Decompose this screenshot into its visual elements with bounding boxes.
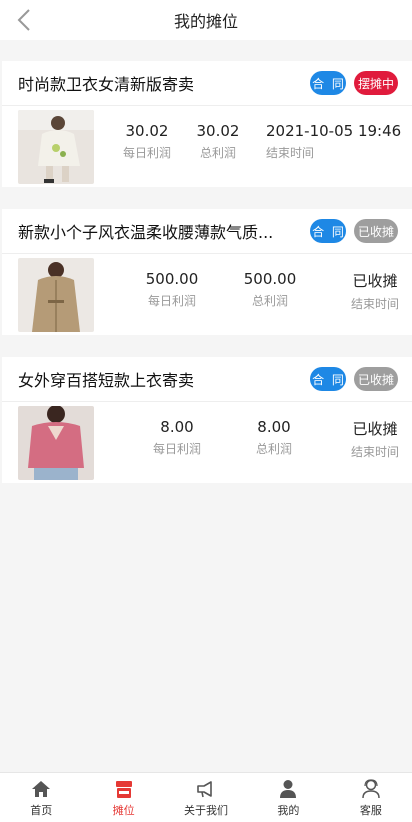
status-badge: 已收摊 (354, 367, 398, 391)
daily-profit-stat: 30.02 每日利润 (112, 122, 182, 161)
daily-profit-value: 30.02 (125, 122, 169, 140)
card-body: 30.02 每日利润 30.02 总利润 2021-10-05 19:46 结束… (2, 106, 412, 186)
end-time-label: 结束时间 (350, 297, 399, 311)
total-profit-label: 总利润 (255, 442, 292, 456)
end-time-value: 已收摊 (352, 272, 398, 290)
daily-profit-label: 每日利润 (122, 146, 171, 160)
user-icon (277, 778, 299, 800)
daily-profit-value: 8.00 (160, 418, 194, 436)
nav-label-stall: 摊位 (112, 803, 135, 817)
total-profit-label: 总利润 (199, 146, 236, 160)
total-profit-value: 8.00 (257, 418, 291, 436)
total-profit-value: 30.02 (196, 122, 240, 140)
end-time-stat: 已收摊 结束时间 (346, 270, 404, 312)
card-header: 新款小个子风衣温柔收腰薄款气质... 合 同 已收摊 (2, 209, 412, 254)
nav-item-stall[interactable]: 摊位 (82, 773, 164, 822)
product-image[interactable] (18, 110, 94, 184)
nav-item-mine[interactable]: 我的 (247, 773, 329, 822)
stall-card[interactable]: 新款小个子风衣温柔收腰薄款气质... 合 同 已收摊 500.00 每日利润 5… (2, 209, 412, 335)
end-time-stat: 2021-10-05 19:46 结束时间 (266, 122, 401, 161)
total-profit-stat: 8.00 总利润 (244, 418, 304, 457)
contract-button[interactable]: 合 同 (310, 219, 346, 243)
nav-label-mine: 我的 (277, 803, 300, 817)
product-image[interactable] (18, 258, 94, 332)
end-time-label: 结束时间 (350, 445, 399, 459)
home-icon (30, 778, 52, 800)
total-profit-stat: 30.02 总利润 (188, 122, 248, 161)
daily-profit-stat: 500.00 每日利润 (134, 270, 210, 309)
nav-item-about[interactable]: 关于我们 (165, 773, 247, 822)
card-header: 女外穿百搭短款上衣寄卖 合 同 已收摊 (2, 357, 412, 402)
nav-item-service[interactable]: 客服 (330, 773, 412, 822)
end-time-label: 结束时间 (266, 146, 315, 160)
daily-profit-label: 每日利润 (147, 294, 196, 308)
store-icon (113, 778, 135, 800)
chevron-left-icon (17, 9, 30, 31)
bottom-nav: 首页 摊位 关于我们 我的 客服 (0, 772, 412, 822)
end-time-value: 2021-10-05 19:46 (266, 122, 402, 140)
nav-label-service: 客服 (359, 803, 382, 817)
app-root: 我的摊位 时尚款卫衣女清新版寄卖 合 同 摆摊中 30.02 每日利润 30.0… (0, 0, 412, 822)
product-title: 时尚款卫衣女清新版寄卖 (18, 75, 195, 94)
total-profit-value: 500.00 (243, 270, 297, 288)
product-title: 新款小个子风衣温柔收腰薄款气质... (18, 223, 274, 242)
megaphone-icon (195, 778, 217, 800)
daily-profit-stat: 8.00 每日利润 (142, 418, 212, 457)
nav-item-home[interactable]: 首页 (0, 773, 82, 822)
end-time-stat: 已收摊 结束时间 (346, 418, 404, 460)
product-image[interactable] (18, 406, 94, 480)
customer-service-icon (360, 778, 382, 800)
top-bar: 我的摊位 (0, 0, 412, 40)
nav-label-about: 关于我们 (184, 803, 229, 817)
nav-label-home: 首页 (30, 803, 53, 817)
page-title: 我的摊位 (173, 12, 238, 31)
daily-profit-value: 500.00 (145, 270, 199, 288)
card-body: 8.00 每日利润 8.00 总利润 已收摊 结束时间 (2, 402, 412, 482)
contract-button[interactable]: 合 同 (310, 367, 346, 391)
card-body: 500.00 每日利润 500.00 总利润 已收摊 结束时间 (2, 254, 412, 334)
total-profit-stat: 500.00 总利润 (238, 270, 302, 309)
stall-card[interactable]: 女外穿百搭短款上衣寄卖 合 同 已收摊 8.00 每日利润 8.00 总利润 已… (2, 357, 412, 483)
daily-profit-label: 每日利润 (152, 442, 201, 456)
status-badge: 已收摊 (354, 219, 398, 243)
total-profit-label: 总利润 (251, 294, 288, 308)
product-title: 女外穿百搭短款上衣寄卖 (18, 371, 195, 390)
back-button[interactable] (10, 6, 38, 34)
card-header: 时尚款卫衣女清新版寄卖 合 同 摆摊中 (2, 61, 412, 106)
end-time-value: 已收摊 (352, 420, 398, 438)
status-badge: 摆摊中 (354, 71, 398, 95)
stall-list: 时尚款卫衣女清新版寄卖 合 同 摆摊中 30.02 每日利润 30.02 总利润… (2, 61, 412, 505)
stall-card[interactable]: 时尚款卫衣女清新版寄卖 合 同 摆摊中 30.02 每日利润 30.02 总利润… (2, 61, 412, 187)
contract-button[interactable]: 合 同 (310, 71, 346, 95)
